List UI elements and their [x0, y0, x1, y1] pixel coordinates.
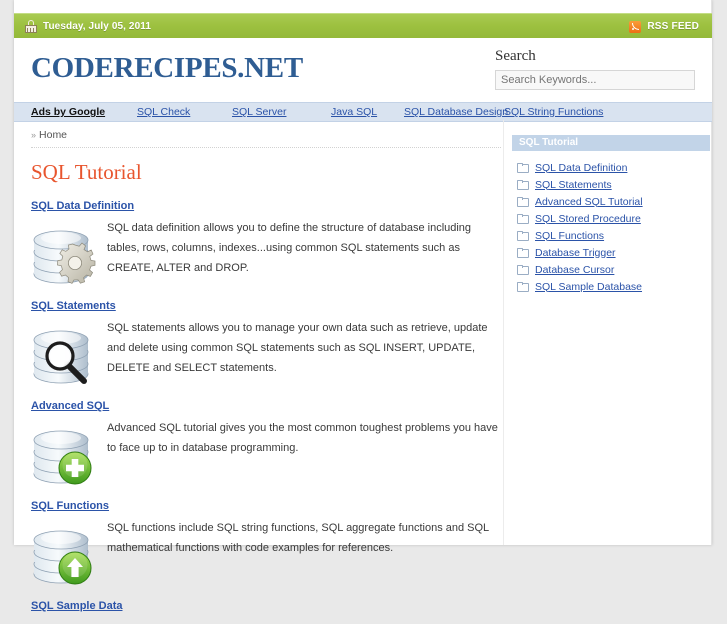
topic-body: SQL statements allows you to manage your…: [31, 316, 501, 388]
database-upload-icon: [31, 518, 99, 588]
nav-link-sql-string-functions[interactable]: SQL String Functions: [504, 106, 603, 118]
topic-sql-functions: SQL Functions SQL functions include SQL …: [31, 496, 501, 588]
sidebar-item-sql-stored-procedure[interactable]: SQL Stored Procedure: [512, 210, 710, 227]
nav-link-sql-server[interactable]: SQL Server: [232, 106, 286, 118]
folder-icon: [517, 179, 529, 190]
sidebar-item-sql-statements[interactable]: SQL Statements: [512, 176, 710, 193]
breadcrumb-divider: [31, 147, 501, 148]
nav-link-java-sql[interactable]: Java SQL: [331, 106, 377, 118]
database-add-icon: [31, 418, 99, 488]
sidebar-list: SQL Data Definition SQL Statements Advan…: [512, 159, 710, 295]
folder-icon: [517, 213, 529, 224]
sidebar-item-label[interactable]: Database Trigger: [535, 247, 616, 259]
topic-sql-data-definition: SQL Data Definition SQL data definition …: [31, 196, 501, 288]
rss-icon: [629, 20, 642, 33]
sidebar-item-sql-data-definition[interactable]: SQL Data Definition: [512, 159, 710, 176]
topic-link-sql-functions[interactable]: SQL Functions: [31, 500, 109, 512]
column-divider: [503, 120, 504, 545]
search-block: Search: [495, 48, 697, 90]
database-gear-icon: [31, 218, 99, 288]
breadcrumb-bullet: »: [31, 130, 37, 140]
content-area: »Home SQL Tutorial SQL Data Definition: [14, 120, 712, 612]
sidebar-item-sql-sample-database[interactable]: SQL Sample Database: [512, 278, 710, 295]
ads-by-google-label: Ads by Google: [31, 106, 106, 118]
breadcrumb-item-home[interactable]: Home: [39, 129, 67, 141]
topic-advanced-sql: Advanced SQL Advanced SQL tutorial gives…: [31, 396, 501, 488]
sidebar-box-title: SQL Tutorial: [512, 135, 710, 151]
topic-link-sql-sample-data[interactable]: SQL Sample Data: [31, 600, 123, 612]
sidebar-item-label[interactable]: SQL Stored Procedure: [535, 213, 641, 225]
sidebar-item-label[interactable]: SQL Data Definition: [535, 162, 627, 174]
rss-feed-link[interactable]: RSS FEED: [629, 14, 699, 39]
topic-text: SQL functions include SQL string functio…: [107, 522, 489, 554]
site-header: CODERECIPES.NET Search: [14, 38, 712, 102]
folder-icon: [517, 162, 529, 173]
topic-text: Advanced SQL tutorial gives you the most…: [107, 422, 498, 454]
topic-link-advanced-sql[interactable]: Advanced SQL: [31, 400, 109, 412]
sidebar-item-database-cursor[interactable]: Database Cursor: [512, 261, 710, 278]
lock-icon: [25, 20, 37, 33]
sidebar-item-label[interactable]: SQL Statements: [535, 179, 612, 191]
nav-link-sql-check[interactable]: SQL Check: [137, 106, 190, 118]
folder-icon: [517, 196, 529, 207]
folder-icon: [517, 247, 529, 258]
topic-text: SQL data definition allows you to define…: [107, 222, 472, 274]
sidebar-item-label[interactable]: SQL Sample Database: [535, 281, 642, 293]
search-heading: Search: [495, 48, 536, 64]
topic-link-sql-data-definition[interactable]: SQL Data Definition: [31, 200, 134, 212]
nav-inner: Ads by Google SQL Check SQL Server Java …: [14, 103, 712, 121]
page-title: SQL Tutorial: [31, 160, 142, 184]
sidebar-item-label[interactable]: Database Cursor: [535, 264, 614, 276]
sidebar-item-label[interactable]: Advanced SQL Tutorial: [535, 196, 643, 208]
sidebar-item-advanced-sql-tutorial[interactable]: Advanced SQL Tutorial: [512, 193, 710, 210]
page-container: Tuesday, July 05, 2011 RSS FEED CODERECI…: [14, 0, 712, 612]
topic-body: SQL functions include SQL string functio…: [31, 516, 501, 588]
ads-nav-bar: Ads by Google SQL Check SQL Server Java …: [14, 102, 712, 122]
folder-icon: [517, 230, 529, 241]
nav-link-sql-database-design[interactable]: SQL Database Design: [404, 106, 508, 118]
main-column: »Home SQL Tutorial SQL Data Definition: [31, 120, 501, 624]
topic-sql-statements: SQL Statements SQL statements allows you…: [31, 296, 501, 388]
topic-body: SQL data definition allows you to define…: [31, 216, 501, 288]
site-logo[interactable]: CODERECIPES.NET: [31, 52, 303, 85]
sidebar-item-database-trigger[interactable]: Database Trigger: [512, 244, 710, 261]
date-display: Tuesday, July 05, 2011: [25, 14, 151, 39]
sidebar-item-sql-functions[interactable]: SQL Functions: [512, 227, 710, 244]
topic-link-sql-statements[interactable]: SQL Statements: [31, 300, 116, 312]
topic-text: SQL statements allows you to manage your…: [107, 322, 488, 374]
breadcrumb: » Home: [31, 120, 501, 147]
search-input[interactable]: [495, 70, 695, 90]
folder-icon: [517, 281, 529, 292]
topic-body: Advanced SQL tutorial gives you the most…: [31, 416, 501, 488]
folder-icon: [517, 264, 529, 275]
sidebar-item-label[interactable]: SQL Functions: [535, 230, 604, 242]
sidebar: SQL Tutorial SQL Data Definition SQL Sta…: [512, 120, 710, 295]
rss-feed-label: RSS FEED: [647, 21, 699, 32]
current-date: Tuesday, July 05, 2011: [43, 21, 152, 32]
top-bar: Tuesday, July 05, 2011 RSS FEED: [14, 13, 712, 39]
topic-sql-sample-data: SQL Sample Data: [31, 596, 501, 616]
database-search-icon: [31, 318, 99, 388]
